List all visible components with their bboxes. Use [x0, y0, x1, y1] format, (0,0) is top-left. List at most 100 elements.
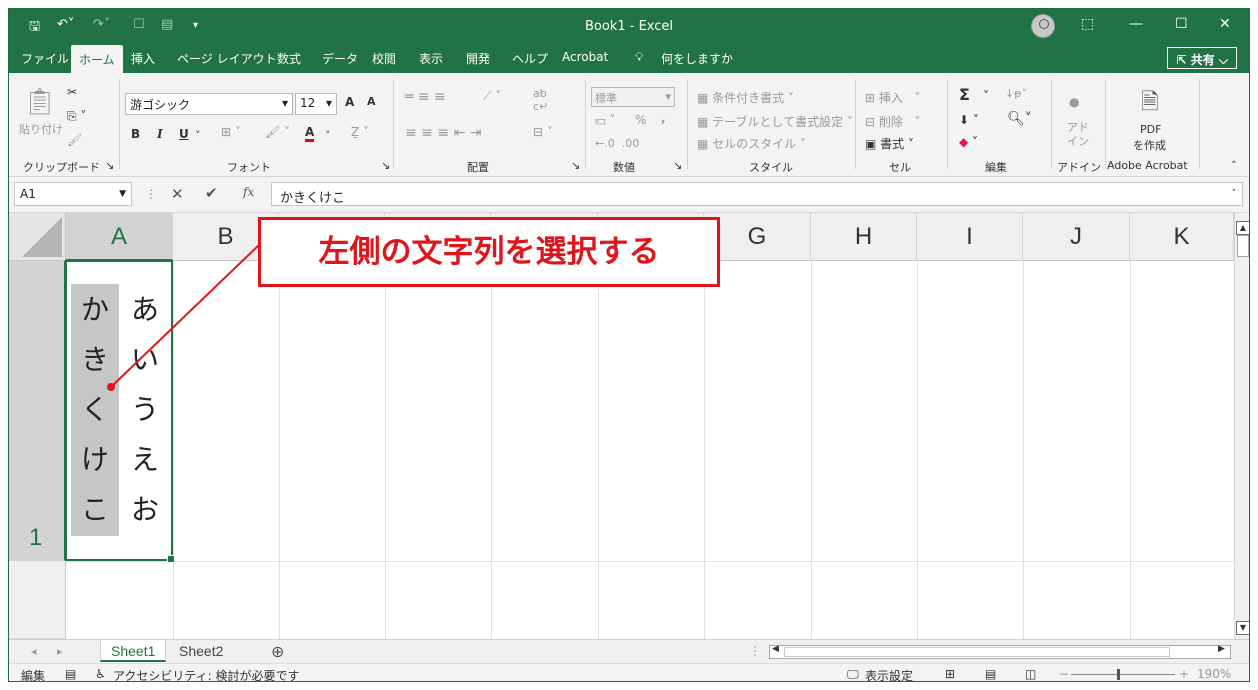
tab-review[interactable]: 校閲	[372, 50, 396, 67]
tab-page-layout[interactable]: ページ レイアウト	[177, 50, 277, 67]
font-color-button[interactable]: A	[305, 125, 315, 142]
format-as-table-button[interactable]: ▦ テーブルとして書式設定 ˅	[697, 113, 853, 130]
tab-insert[interactable]: 挿入	[131, 50, 155, 67]
align-left-icon[interactable]: ≡ ≡ ≡ ⇤ ⇥	[405, 125, 481, 141]
tell-me-search[interactable]: 何をしますか	[661, 50, 733, 67]
italic-button[interactable]: I	[157, 127, 163, 141]
confirm-entry-icon[interactable]: ✔	[205, 184, 218, 202]
number-launcher-icon[interactable]: ↘	[673, 159, 682, 172]
font-launcher-icon[interactable]: ↘	[381, 159, 390, 172]
accessibility-icon[interactable]: ♿︎	[95, 667, 106, 681]
fill-icon[interactable]: ⬇︎ ˅	[959, 113, 979, 127]
insert-cells-button[interactable]: ⊞ 挿入 ˅	[865, 89, 920, 106]
cancel-entry-icon[interactable]: ✕	[171, 185, 184, 203]
scroll-right-icon[interactable]: ▶	[1218, 644, 1225, 654]
create-pdf-line2[interactable]: を作成	[1133, 137, 1166, 153]
horizontal-scroll-thumb[interactable]	[784, 647, 1170, 657]
alignment-launcher-icon[interactable]: ↘	[571, 159, 580, 172]
row-header-1[interactable]: 1	[9, 261, 66, 561]
format-cells-button[interactable]: ▣ 書式 ˅	[865, 135, 914, 152]
minimize-icon[interactable]: —	[1129, 16, 1143, 32]
macro-record-icon[interactable]: ▤	[65, 667, 76, 681]
page-break-view-icon[interactable]: ◫	[1025, 667, 1036, 681]
addin-button[interactable]: アド イン	[1067, 121, 1089, 149]
sort-filter-icon[interactable]: ↓ᵽ˅	[1005, 87, 1027, 100]
column-header-i[interactable]: I	[917, 213, 1023, 261]
comma-button[interactable]: ,	[661, 111, 666, 125]
account-avatar[interactable]	[1031, 14, 1055, 38]
name-box[interactable]: A1 ▼	[14, 182, 132, 206]
column-header-k[interactable]: K	[1130, 213, 1234, 261]
paste-button[interactable]: 貼り付け	[19, 121, 63, 137]
tab-acrobat[interactable]: Acrobat	[562, 50, 608, 64]
cut-icon[interactable]: ✂	[67, 85, 77, 99]
align-top-icon[interactable]: ═ ≡ ≡	[405, 89, 446, 105]
borders-icon[interactable]: ⊞ ˅	[221, 125, 241, 139]
zoom-slider[interactable]	[1071, 674, 1175, 675]
copy-icon[interactable]: ⎘ ˅	[67, 109, 86, 124]
horizontal-scrollbar[interactable]: ◀ ▶	[769, 644, 1231, 659]
autosum-button[interactable]: Σ	[959, 85, 970, 104]
clear-icon[interactable]: ◆ ˅	[959, 135, 978, 149]
insert-function-icon[interactable]: fx	[243, 185, 254, 199]
clipboard-launcher-icon[interactable]: ↘	[105, 159, 114, 172]
font-size-select[interactable]: 12 ▾	[295, 93, 337, 115]
merge-center-icon[interactable]: ⊟ ˅	[533, 125, 553, 139]
grow-font-button[interactable]: A	[345, 95, 354, 109]
percent-button[interactable]: %	[635, 113, 646, 127]
tab-view[interactable]: 表示	[419, 50, 443, 67]
fill-color-icon[interactable]: 🖌︎ ˅	[265, 125, 290, 139]
prev-sheet-icon[interactable]: ◂	[31, 645, 37, 658]
create-pdf-line1[interactable]: PDF	[1140, 123, 1161, 136]
cell-a1[interactable]: か き く け こ あ い う え お	[65, 260, 175, 563]
share-button[interactable]: ⇱ 共有 ⌵	[1167, 47, 1237, 69]
tab-data[interactable]: データ	[322, 50, 358, 67]
shrink-font-button[interactable]: A	[367, 95, 376, 108]
selected-text-column[interactable]: か き く け こ	[71, 284, 119, 536]
zoom-in-icon[interactable]: +	[1179, 667, 1189, 681]
underline-button[interactable]: U	[179, 127, 189, 141]
text-column[interactable]: あ い う え お	[121, 284, 169, 536]
maximize-icon[interactable]: ☐	[1175, 16, 1188, 32]
scroll-up-icon[interactable]: ▲	[1236, 221, 1249, 235]
delete-cells-button[interactable]: ⊟ 削除 ˅	[865, 113, 920, 130]
vertical-scroll-thumb[interactable]	[1237, 235, 1249, 257]
tab-home[interactable]: ホーム	[71, 45, 123, 73]
sheet-tab-sheet2[interactable]: Sheet2	[169, 640, 233, 662]
number-format-select[interactable]: 標準 ▾	[591, 87, 675, 107]
sheet-tab-sheet1[interactable]: Sheet1	[100, 640, 167, 662]
wrap-text-icon[interactable]: ab c↵	[533, 87, 548, 113]
format-painter-icon[interactable]: 🖌︎	[67, 133, 82, 147]
cell-styles-button[interactable]: ▦ セルのスタイル ˅	[697, 135, 806, 152]
display-settings-icon[interactable]: 🖵︎	[847, 667, 859, 681]
worksheet-grid[interactable]: A B C D E F G H I J K 1 か き く け	[9, 213, 1249, 639]
bold-button[interactable]: B	[131, 127, 140, 141]
orientation-icon[interactable]: ⟋ ˅	[483, 89, 501, 104]
tab-developer[interactable]: 開発	[466, 50, 490, 67]
display-settings-button[interactable]: 表示設定	[865, 667, 913, 681]
tab-formulas[interactable]: 数式	[277, 50, 301, 67]
zoom-out-icon[interactable]: −	[1059, 667, 1069, 681]
phonetic-icon[interactable]: Ẕ ˅	[351, 125, 369, 139]
zoom-level[interactable]: 190%	[1197, 667, 1231, 681]
select-all-button[interactable]	[9, 213, 66, 261]
row-header-2[interactable]	[9, 561, 66, 639]
font-name-select[interactable]: 游ゴシック ▾	[125, 93, 293, 115]
decimal-buttons-icon[interactable]: ←.0 .00	[595, 137, 639, 150]
tab-file[interactable]: ファイル	[21, 50, 69, 67]
column-header-j[interactable]: J	[1023, 213, 1130, 261]
next-sheet-icon[interactable]: ▸	[57, 645, 63, 658]
column-header-g[interactable]: G	[704, 213, 811, 261]
collapse-ribbon-icon[interactable]: ˄	[1231, 159, 1237, 172]
accounting-format-icon[interactable]: 💴︎ ˅	[595, 113, 616, 128]
column-header-a[interactable]: A	[66, 213, 173, 261]
page-layout-view-icon[interactable]: ▤	[985, 667, 996, 681]
accessibility-status[interactable]: アクセシビリティ: 検討が必要です	[113, 667, 300, 681]
tab-help[interactable]: ヘルプ	[512, 50, 548, 67]
column-header-h[interactable]: H	[811, 213, 917, 261]
zoom-slider-thumb[interactable]	[1117, 669, 1120, 680]
paste-icon[interactable]: 📋︎	[23, 87, 56, 117]
formula-input[interactable]: かきくけこ ˅	[271, 182, 1243, 206]
scroll-left-icon[interactable]: ◀	[772, 644, 779, 654]
scroll-down-icon[interactable]: ▼	[1236, 621, 1249, 635]
